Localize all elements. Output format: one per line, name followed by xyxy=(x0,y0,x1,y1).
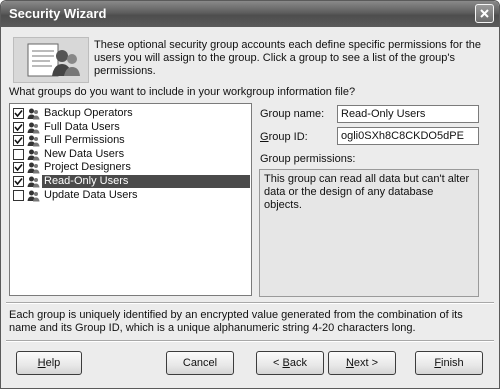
group-permissions-text: This group can read all data but can't a… xyxy=(259,169,479,297)
group-id-label-accesskey: G xyxy=(260,131,269,143)
checkmark-icon xyxy=(14,109,23,118)
group-list-item[interactable]: Full Permissions xyxy=(10,134,251,148)
user-group-icon xyxy=(27,107,40,120)
help-label: elp xyxy=(45,357,61,369)
next-accesskey: N xyxy=(345,357,354,369)
divider xyxy=(6,340,494,342)
close-icon xyxy=(480,9,489,18)
divider xyxy=(6,302,494,304)
group-id-label-text: roup ID: xyxy=(268,131,308,143)
user-group-icon xyxy=(27,121,40,134)
group-list-item[interactable]: New Data Users xyxy=(10,148,251,162)
help-button[interactable]: Help xyxy=(16,351,82,375)
group-checkbox[interactable] xyxy=(13,175,24,187)
checkmark-icon xyxy=(14,177,23,186)
finish-label: inish xyxy=(441,357,464,369)
group-permissions-label: Group permissions: xyxy=(260,153,356,165)
checkmark-icon xyxy=(14,164,23,172)
group-label: Update Data Users xyxy=(44,188,138,201)
intro-text: These optional security group accounts e… xyxy=(94,39,482,77)
back-arrow: < xyxy=(273,357,283,369)
group-checkbox[interactable] xyxy=(13,121,24,133)
group-name-label: Group name: xyxy=(260,108,325,120)
group-label: New Data Users xyxy=(44,147,125,160)
checkmark-icon xyxy=(14,123,23,131)
back-button[interactable]: < Back xyxy=(256,351,324,375)
group-id-label: Group ID: xyxy=(260,131,308,143)
security-wizard-window: Security Wizard These optional security … xyxy=(0,0,500,389)
next-label: ext > xyxy=(353,357,379,369)
group-list-item[interactable]: Full Data Users xyxy=(10,121,251,135)
group-checkbox[interactable] xyxy=(13,135,24,147)
group-list-item[interactable]: Project Designers xyxy=(10,161,251,175)
back-accesskey: B xyxy=(282,357,290,369)
user-group-icon xyxy=(27,148,40,161)
checkmark-icon xyxy=(14,137,23,145)
group-checkbox[interactable] xyxy=(13,162,24,174)
finish-button[interactable]: Finish xyxy=(415,351,483,375)
user-group-icon xyxy=(27,134,40,147)
group-list-item[interactable]: Read-Only Users xyxy=(10,174,251,189)
cancel-button[interactable]: Cancel xyxy=(166,351,234,375)
user-group-icon xyxy=(27,189,40,202)
user-group-icon xyxy=(27,161,40,174)
group-checkbox[interactable] xyxy=(13,189,24,201)
group-list-item[interactable]: Update Data Users xyxy=(10,189,251,203)
next-button[interactable]: Next > xyxy=(328,351,396,375)
group-name-field[interactable]: Read-Only Users xyxy=(337,105,479,123)
close-button[interactable] xyxy=(475,4,494,23)
group-checkbox[interactable] xyxy=(13,108,24,119)
group-list[interactable]: Backup Operators Full Data Users Full Perm… xyxy=(9,103,252,296)
back-label: ack xyxy=(289,357,307,369)
group-id-field[interactable]: ogli0SXh8C8CKDO5dPE xyxy=(337,127,479,145)
group-label: Project Designers xyxy=(44,161,131,174)
group-label: Backup Operators xyxy=(44,107,133,119)
footer-description: Each group is uniquely identified by an … xyxy=(9,309,463,334)
window-title: Security Wizard xyxy=(9,6,107,21)
group-checkbox[interactable] xyxy=(13,148,24,160)
group-label: Full Permissions xyxy=(44,134,125,147)
group-list-item[interactable]: Backup Operators xyxy=(10,107,251,121)
user-group-icon xyxy=(27,175,40,188)
group-label: Read-Only Users xyxy=(42,174,250,188)
group-label: Full Data Users xyxy=(44,120,120,133)
security-banner-icon xyxy=(13,37,89,83)
help-accesskey: H xyxy=(37,357,46,369)
groups-question: What groups do you want to include in yo… xyxy=(9,86,356,98)
title-bar[interactable]: Security Wizard xyxy=(1,1,499,27)
